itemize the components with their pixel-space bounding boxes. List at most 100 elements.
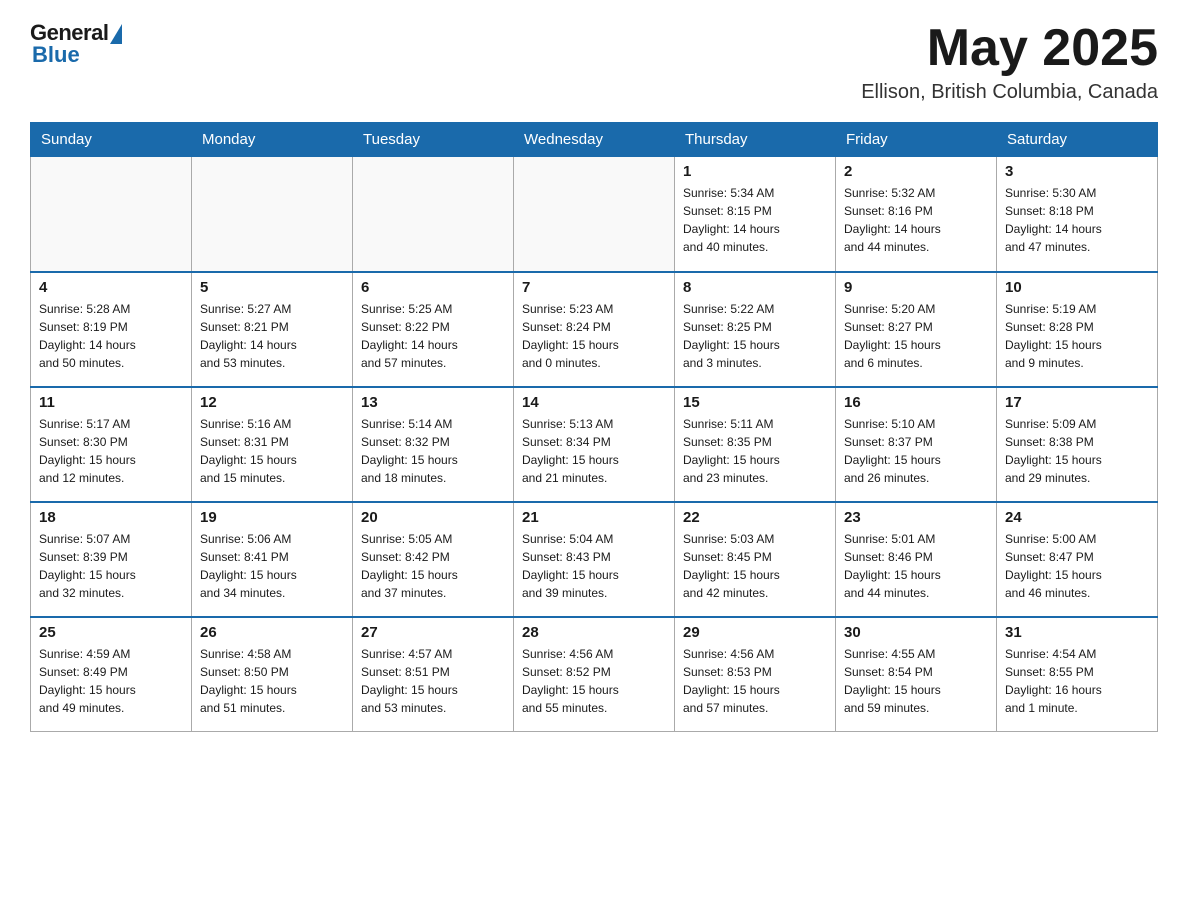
day-info: Sunrise: 4:57 AMSunset: 8:51 PMDaylight:…	[361, 645, 505, 717]
table-row: 25 Sunrise: 4:59 AMSunset: 8:49 PMDayligh…	[31, 617, 192, 732]
day-info: Sunrise: 4:55 AMSunset: 8:54 PMDaylight:…	[844, 645, 988, 717]
table-row: 5 Sunrise: 5:27 AMSunset: 8:21 PMDaylight…	[192, 272, 353, 387]
day-info: Sunrise: 5:00 AMSunset: 8:47 PMDaylight:…	[1005, 530, 1149, 602]
day-info: Sunrise: 5:03 AMSunset: 8:45 PMDaylight:…	[683, 530, 827, 602]
logo: General Blue	[30, 20, 122, 68]
day-info: Sunrise: 5:13 AMSunset: 8:34 PMDaylight:…	[522, 415, 666, 487]
day-info: Sunrise: 4:56 AMSunset: 8:52 PMDaylight:…	[522, 645, 666, 717]
day-number: 11	[39, 394, 183, 411]
title-area: May 2025 Ellison, British Columbia, Cana…	[861, 20, 1158, 104]
day-number: 24	[1005, 509, 1149, 526]
table-row: 18Sunrise: 5:07 AMSunset: 8:39 PMDayligh…	[31, 502, 192, 617]
day-number: 18	[39, 509, 183, 526]
day-number: 17	[1005, 394, 1149, 411]
day-number: 12	[200, 394, 344, 411]
table-row: 4Sunrise: 5:28 AMSunset: 8:19 PMDaylight…	[31, 272, 192, 387]
day-number: 10	[1005, 279, 1149, 296]
day-info: Sunrise: 5:01 AMSunset: 8:46 PMDaylight:…	[844, 530, 988, 602]
table-row	[514, 157, 675, 272]
month-title: May 2025	[861, 20, 1158, 77]
location-text: Ellison, British Columbia, Canada	[861, 81, 1158, 104]
table-row: 21 Sunrise: 5:04 AMSunset: 8:43 PMDayligh…	[514, 502, 675, 617]
calendar-day-header: Sunday	[31, 123, 192, 157]
day-number: 3	[1005, 163, 1149, 180]
day-number: 22	[683, 509, 827, 526]
calendar-day-header: Monday	[192, 123, 353, 157]
day-info: Sunrise: 5:10 AMSunset: 8:37 PMDaylight:…	[844, 415, 988, 487]
day-info: Sunrise: 5:06 AMSunset: 8:41 PMDaylight:…	[200, 530, 344, 602]
day-number: 15	[683, 394, 827, 411]
day-info: Sunrise: 5:27 AMSunset: 8:21 PMDaylight:…	[200, 300, 344, 372]
table-row: 19 Sunrise: 5:06 AMSunset: 8:41 PMDayligh…	[192, 502, 353, 617]
day-number: 5	[200, 279, 344, 296]
logo-triangle-icon	[110, 24, 122, 44]
day-info: Sunrise: 4:59 AMSunset: 8:49 PMDaylight:…	[39, 645, 183, 717]
day-info: Sunrise: 5:28 AMSunset: 8:19 PMDaylight:…	[39, 300, 183, 372]
day-number: 20	[361, 509, 505, 526]
table-row: 23 Sunrise: 5:01 AMSunset: 8:46 PMDayligh…	[836, 502, 997, 617]
table-row: 24 Sunrise: 5:00 AMSunset: 8:47 PMDayligh…	[997, 502, 1158, 617]
table-row: 6 Sunrise: 5:25 AMSunset: 8:22 PMDaylight…	[353, 272, 514, 387]
day-number: 6	[361, 279, 505, 296]
page-header: General Blue May 2025 Ellison, British C…	[30, 20, 1158, 104]
day-info: Sunrise: 5:25 AMSunset: 8:22 PMDaylight:…	[361, 300, 505, 372]
day-number: 28	[522, 624, 666, 641]
day-info: Sunrise: 5:30 AMSunset: 8:18 PMDaylight:…	[1005, 184, 1149, 256]
day-info: Sunrise: 5:17 AMSunset: 8:30 PMDaylight:…	[39, 415, 183, 487]
day-info: Sunrise: 5:09 AMSunset: 8:38 PMDaylight:…	[1005, 415, 1149, 487]
day-number: 9	[844, 279, 988, 296]
calendar-week-row: 25 Sunrise: 4:59 AMSunset: 8:49 PMDayligh…	[31, 617, 1158, 732]
table-row: 3 Sunrise: 5:30 AMSunset: 8:18 PMDaylight…	[997, 157, 1158, 272]
day-info: Sunrise: 5:11 AMSunset: 8:35 PMDaylight:…	[683, 415, 827, 487]
day-info: Sunrise: 4:56 AMSunset: 8:53 PMDaylight:…	[683, 645, 827, 717]
table-row: 31 Sunrise: 4:54 AMSunset: 8:55 PMDayligh…	[997, 617, 1158, 732]
day-info: Sunrise: 4:58 AMSunset: 8:50 PMDaylight:…	[200, 645, 344, 717]
day-info: Sunrise: 5:16 AMSunset: 8:31 PMDaylight:…	[200, 415, 344, 487]
day-info: Sunrise: 5:19 AMSunset: 8:28 PMDaylight:…	[1005, 300, 1149, 372]
table-row: 27Sunrise: 4:57 AMSunset: 8:51 PMDayligh…	[353, 617, 514, 732]
day-number: 23	[844, 509, 988, 526]
table-row: 17 Sunrise: 5:09 AMSunset: 8:38 PMDayligh…	[997, 387, 1158, 502]
calendar-day-header: Thursday	[675, 123, 836, 157]
table-row: 20 Sunrise: 5:05 AMSunset: 8:42 PMDayligh…	[353, 502, 514, 617]
day-number: 14	[522, 394, 666, 411]
table-row	[353, 157, 514, 272]
table-row: 22 Sunrise: 5:03 AMSunset: 8:45 PMDayligh…	[675, 502, 836, 617]
table-row: 16 Sunrise: 5:10 AMSunset: 8:37 PMDayligh…	[836, 387, 997, 502]
day-number: 7	[522, 279, 666, 296]
table-row: 1Sunrise: 5:34 AMSunset: 8:15 PMDaylight…	[675, 157, 836, 272]
logo-blue-text: Blue	[32, 42, 80, 68]
calendar-week-row: 4Sunrise: 5:28 AMSunset: 8:19 PMDaylight…	[31, 272, 1158, 387]
day-number: 2	[844, 163, 988, 180]
calendar-day-header: Wednesday	[514, 123, 675, 157]
table-row: 28 Sunrise: 4:56 AMSunset: 8:52 PMDayligh…	[514, 617, 675, 732]
day-number: 30	[844, 624, 988, 641]
table-row: 15 Sunrise: 5:11 AMSunset: 8:35 PMDayligh…	[675, 387, 836, 502]
table-row: 9 Sunrise: 5:20 AMSunset: 8:27 PMDaylight…	[836, 272, 997, 387]
calendar-day-header: Tuesday	[353, 123, 514, 157]
day-info: Sunrise: 5:04 AMSunset: 8:43 PMDaylight:…	[522, 530, 666, 602]
table-row	[192, 157, 353, 272]
day-info: Sunrise: 5:14 AMSunset: 8:32 PMDaylight:…	[361, 415, 505, 487]
day-number: 16	[844, 394, 988, 411]
calendar-week-row: 1Sunrise: 5:34 AMSunset: 8:15 PMDaylight…	[31, 157, 1158, 272]
day-number: 31	[1005, 624, 1149, 641]
day-number: 25	[39, 624, 183, 641]
day-info: Sunrise: 5:22 AMSunset: 8:25 PMDaylight:…	[683, 300, 827, 372]
table-row: 14 Sunrise: 5:13 AMSunset: 8:34 PMDayligh…	[514, 387, 675, 502]
table-row: 8Sunrise: 5:22 AMSunset: 8:25 PMDaylight…	[675, 272, 836, 387]
table-row: 12 Sunrise: 5:16 AMSunset: 8:31 PMDayligh…	[192, 387, 353, 502]
table-row	[31, 157, 192, 272]
day-info: Sunrise: 5:20 AMSunset: 8:27 PMDaylight:…	[844, 300, 988, 372]
table-row: 26Sunrise: 4:58 AMSunset: 8:50 PMDayligh…	[192, 617, 353, 732]
day-info: Sunrise: 5:34 AMSunset: 8:15 PMDaylight:…	[683, 184, 827, 256]
table-row: 10 Sunrise: 5:19 AMSunset: 8:28 PMDayligh…	[997, 272, 1158, 387]
calendar-day-header: Friday	[836, 123, 997, 157]
table-row: 11 Sunrise: 5:17 AMSunset: 8:30 PMDayligh…	[31, 387, 192, 502]
day-number: 19	[200, 509, 344, 526]
calendar-day-header: Saturday	[997, 123, 1158, 157]
day-number: 21	[522, 509, 666, 526]
day-info: Sunrise: 4:54 AMSunset: 8:55 PMDaylight:…	[1005, 645, 1149, 717]
day-info: Sunrise: 5:05 AMSunset: 8:42 PMDaylight:…	[361, 530, 505, 602]
calendar-table: SundayMondayTuesdayWednesdayThursdayFrid…	[30, 122, 1158, 732]
